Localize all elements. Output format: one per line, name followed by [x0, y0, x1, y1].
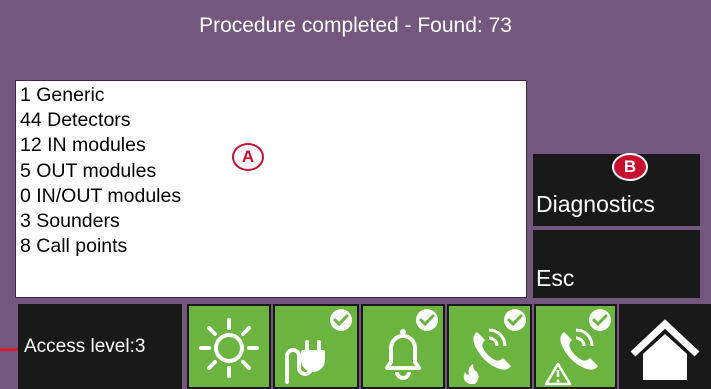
callout-marker-b: B	[612, 153, 648, 181]
list-item: 44 Detectors	[20, 109, 131, 132]
access-level-label: Access level:3	[24, 335, 146, 357]
home-icon	[630, 319, 700, 380]
phone-fire-icon	[463, 309, 526, 384]
results-list: 1 Generic 44 Detectors 12 IN modules 5 O…	[15, 80, 527, 298]
power-plug-icon	[285, 309, 352, 384]
fire-call-status-tile[interactable]	[447, 304, 532, 389]
sun-icon	[199, 318, 259, 378]
esc-label: Esc	[536, 265, 575, 291]
access-level-indicator[interactable]: Access level:3	[18, 304, 182, 389]
list-item: 1 Generic	[20, 84, 105, 106]
list-item: 0 IN/OUT modules	[20, 184, 182, 207]
fault-call-status-tile[interactable]	[534, 304, 617, 389]
list-item: 8 Call points	[20, 235, 128, 258]
list-item: 12 IN modules	[20, 134, 146, 157]
diagnostics-label: Diagnostics	[536, 191, 655, 217]
divider-left	[0, 348, 18, 351]
phone-warning-icon	[544, 309, 611, 386]
home-button[interactable]	[619, 304, 711, 389]
power-status-tile[interactable]	[273, 304, 359, 389]
list-item: 5 OUT modules	[20, 159, 157, 182]
page-title: Procedure completed - Found: 73	[199, 14, 512, 37]
list-item: 3 Sounders	[20, 210, 120, 233]
bell-icon	[385, 309, 438, 380]
callout-marker-a: A	[232, 143, 264, 171]
sun-status-tile[interactable]	[187, 304, 271, 389]
esc-button[interactable]: Esc	[533, 230, 700, 298]
alarm-status-tile[interactable]	[361, 304, 445, 389]
